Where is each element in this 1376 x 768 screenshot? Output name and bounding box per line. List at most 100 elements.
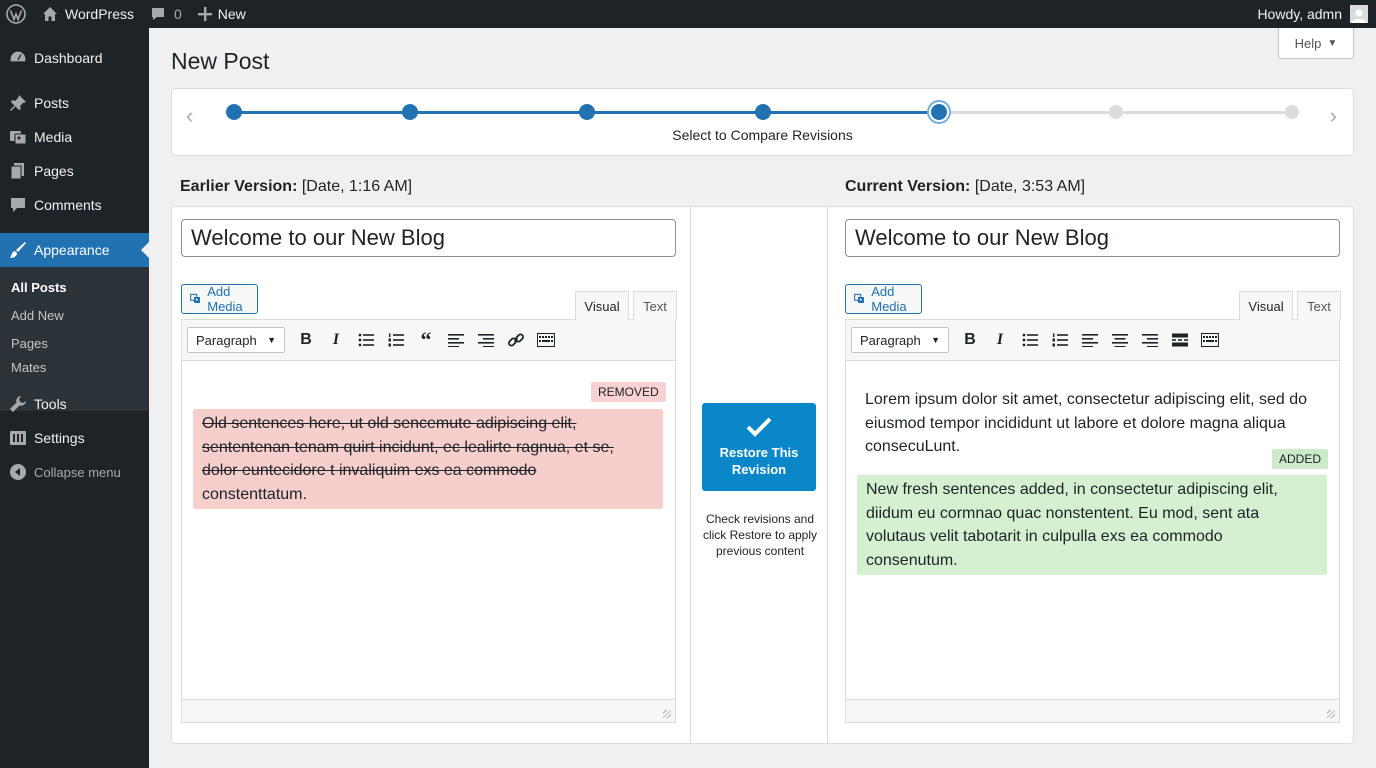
toolbar-toggle-icon[interactable] bbox=[1195, 326, 1225, 354]
restore-help-text: Check revisions and click Restore to app… bbox=[702, 512, 818, 558]
home-icon bbox=[43, 7, 57, 21]
link-icon[interactable] bbox=[501, 326, 531, 354]
tab-text[interactable]: Text bbox=[1297, 291, 1341, 320]
pages-icon bbox=[10, 163, 24, 180]
format-value: Paragraph bbox=[860, 332, 921, 348]
brush-icon bbox=[10, 242, 26, 258]
current-editor: Visual Text Paragraph ▼ B I Lorem ipsum … bbox=[845, 291, 1341, 723]
italic-icon[interactable]: I bbox=[985, 326, 1015, 354]
format-select[interactable]: Paragraph ▼ bbox=[187, 327, 285, 353]
tab-text[interactable]: Text bbox=[633, 291, 677, 320]
editor-resize-bar[interactable] bbox=[182, 699, 675, 722]
blockquote-icon[interactable]: “ bbox=[411, 326, 441, 354]
site-name: WordPress bbox=[65, 6, 134, 22]
new-content-link[interactable]: New bbox=[190, 0, 254, 28]
add-media-button[interactable]: Add Media bbox=[181, 284, 259, 314]
restore-label-1: Restore This bbox=[719, 445, 799, 460]
help-button[interactable]: Help ▼ bbox=[1278, 28, 1354, 59]
collapse-label: Collapse menu bbox=[34, 464, 121, 480]
removed-line: dolor euntecidore t invaliquim exs ea co… bbox=[202, 462, 537, 479]
menu-settings[interactable]: Settings bbox=[0, 421, 149, 455]
bullet-list-icon[interactable] bbox=[1015, 326, 1045, 354]
menu-label: Tools bbox=[34, 396, 67, 412]
revision-dot[interactable] bbox=[578, 104, 595, 120]
revision-dot[interactable] bbox=[1108, 105, 1123, 119]
removed-line: Old sentences here, ut old sencemute adi… bbox=[202, 415, 577, 432]
editor-resize-bar[interactable] bbox=[846, 699, 1339, 722]
wordpress-logo-icon bbox=[6, 4, 26, 24]
submenu-mates[interactable]: Mates bbox=[11, 360, 46, 375]
menu-posts[interactable]: Posts bbox=[0, 86, 149, 120]
removed-badge: REMOVED bbox=[591, 382, 666, 402]
bullet-list-icon[interactable] bbox=[351, 326, 381, 354]
pin-icon bbox=[10, 95, 26, 111]
earlier-version-label: Earlier Version: bbox=[180, 178, 298, 195]
bold-icon[interactable]: B bbox=[955, 326, 985, 354]
earlier-version-heading: Earlier Version: [Date, 1:16 AM] bbox=[180, 178, 412, 196]
previous-revision-icon[interactable]: ‹ bbox=[186, 103, 193, 129]
align-right-icon[interactable] bbox=[1135, 326, 1165, 354]
tab-visual[interactable]: Visual bbox=[1239, 291, 1293, 320]
revision-dot[interactable] bbox=[402, 104, 419, 120]
add-media-button[interactable]: Add Media bbox=[845, 284, 923, 314]
added-badge: ADDED bbox=[1272, 449, 1329, 469]
editor-toolbar: Paragraph ▼ B I “ bbox=[182, 320, 675, 361]
align-left-icon[interactable] bbox=[1075, 326, 1105, 354]
align-left-icon[interactable] bbox=[441, 326, 471, 354]
toolbar-toggle-icon[interactable] bbox=[531, 326, 561, 354]
revision-dot[interactable] bbox=[226, 104, 242, 120]
menu-comments[interactable]: Comments bbox=[0, 188, 149, 222]
numbered-list-icon[interactable] bbox=[1045, 326, 1075, 354]
current-version-heading: Current Version: [Date, 3:53 AM] bbox=[845, 178, 1085, 196]
current-title-input[interactable]: Welcome to our New Blog bbox=[845, 219, 1340, 257]
submenu-pages[interactable]: Pages bbox=[11, 336, 48, 351]
revision-dot[interactable] bbox=[755, 104, 771, 120]
howdy-greeting: Howdy, admn bbox=[1257, 6, 1342, 22]
menu-appearance[interactable]: Appearance bbox=[0, 233, 149, 267]
menu-pages[interactable]: Pages bbox=[0, 154, 149, 188]
next-revision-icon[interactable]: › bbox=[1330, 103, 1337, 129]
slider-caption: Select to Compare Revisions bbox=[672, 127, 853, 143]
current-version-label: Current Version: bbox=[845, 178, 971, 195]
revision-dot-selected[interactable] bbox=[931, 104, 948, 120]
collapse-menu-button[interactable]: Collapse menu bbox=[0, 455, 149, 489]
menu-dashboard[interactable]: Dashboard bbox=[0, 41, 149, 75]
menu-media[interactable]: Media bbox=[0, 120, 149, 154]
submenu-all-posts[interactable]: All Posts bbox=[11, 280, 67, 295]
caret-down-icon: ▼ bbox=[267, 335, 276, 345]
bold-icon[interactable]: B bbox=[291, 326, 321, 354]
align-right-icon[interactable] bbox=[471, 326, 501, 354]
wp-logo-button[interactable] bbox=[0, 0, 34, 28]
dashboard-icon bbox=[9, 50, 27, 63]
align-center-icon[interactable] bbox=[1105, 326, 1135, 354]
revision-dot[interactable] bbox=[1285, 105, 1299, 119]
help-label: Help bbox=[1294, 35, 1322, 51]
avatar bbox=[1350, 5, 1368, 23]
submenu-add-new[interactable]: Add New bbox=[11, 308, 64, 323]
my-account[interactable]: Howdy, admn bbox=[1257, 0, 1368, 28]
added-diff-block: New fresh sentences added, in consectetu… bbox=[857, 475, 1327, 575]
read-more-icon[interactable] bbox=[1165, 326, 1195, 354]
menu-label: Posts bbox=[34, 95, 70, 111]
revision-compare-panel: Welcome to our New Blog Add Media Visual… bbox=[171, 206, 1354, 744]
plus-icon bbox=[197, 7, 212, 21]
removed-diff-block: Old sentences here, ut old sencemute adi… bbox=[193, 409, 663, 509]
menu-label: Appearance bbox=[34, 242, 110, 258]
current-paragraph: Lorem ipsum dolor sit amet, consectetur … bbox=[865, 391, 1307, 455]
tab-visual[interactable]: Visual bbox=[575, 291, 629, 320]
comment-icon bbox=[11, 198, 25, 212]
media-icon bbox=[10, 131, 27, 145]
format-select[interactable]: Paragraph ▼ bbox=[851, 327, 949, 353]
comments-link[interactable]: 0 bbox=[142, 0, 190, 28]
earlier-title-input[interactable]: Welcome to our New Blog bbox=[181, 219, 676, 257]
restore-revision-button[interactable]: Restore This Revision bbox=[702, 403, 816, 491]
removed-line: sententenan tenam quirt incidunt, ec lea… bbox=[202, 438, 614, 456]
menu-tools[interactable]: Tools bbox=[0, 387, 149, 421]
revision-slider: ‹ › Select to Compare Revisions bbox=[171, 88, 1354, 156]
caret-down-icon: ▼ bbox=[931, 335, 940, 345]
caret-down-icon: ▼ bbox=[1327, 37, 1338, 49]
italic-icon[interactable]: I bbox=[321, 326, 351, 354]
menu-label: Media bbox=[34, 129, 73, 145]
numbered-list-icon[interactable] bbox=[381, 326, 411, 354]
site-name-link[interactable]: WordPress bbox=[34, 0, 142, 28]
